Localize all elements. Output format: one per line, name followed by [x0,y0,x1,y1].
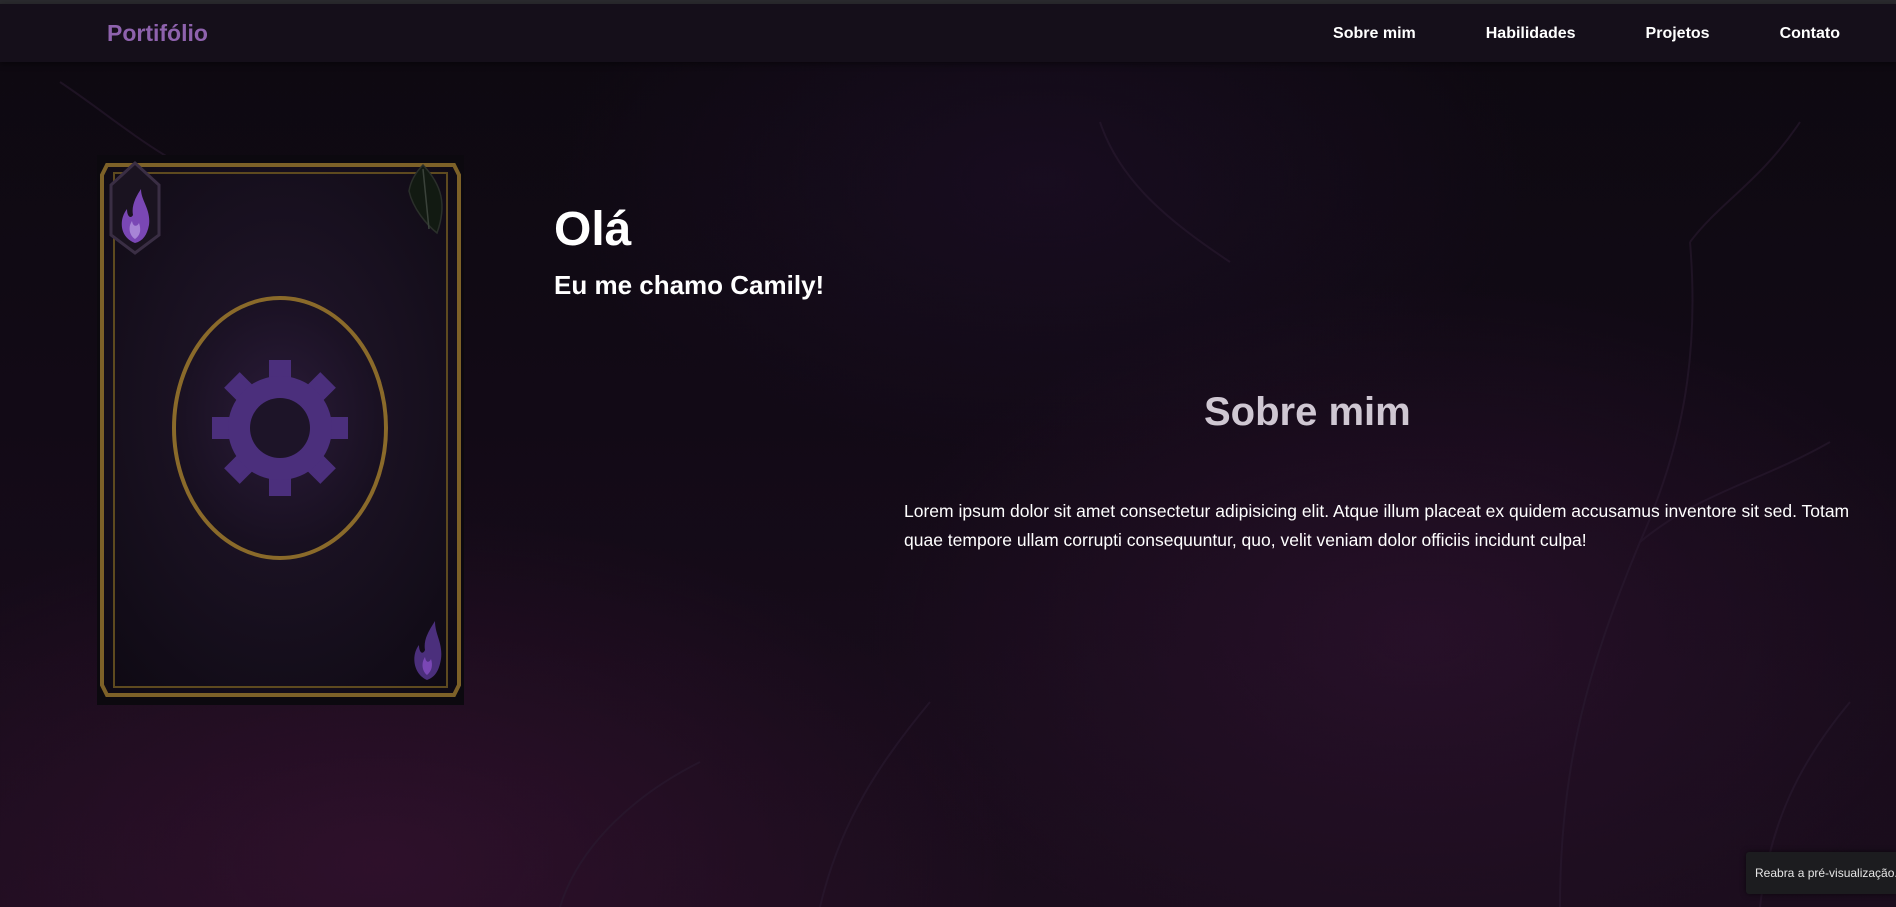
reopen-preview-toast[interactable]: Reabra a pré-visualização. [1746,852,1896,894]
brand-logo[interactable]: Portifólio [107,20,208,47]
nav-link-habilidades[interactable]: Habilidades [1486,25,1576,43]
about-title: Sobre mim [1204,390,1411,434]
profile-card [97,155,464,705]
nav-link-projetos[interactable]: Projetos [1646,25,1710,43]
hero-intro: Eu me chamo Camily! [554,270,825,300]
nav-link-contato[interactable]: Contato [1780,25,1840,43]
navbar: Portifólio Sobre mim Habilidades Projeto… [0,4,1896,62]
about-text: Lorem ipsum dolor sit amet consectetur a… [904,501,1850,550]
nav-link-sobre-mim[interactable]: Sobre mim [1333,25,1416,43]
nav-links: Sobre mim Habilidades Projetos Contato [1333,25,1840,43]
gear-icon [212,360,348,496]
hero-greeting: Olá [554,203,632,256]
purple-flame-icon [109,160,161,255]
